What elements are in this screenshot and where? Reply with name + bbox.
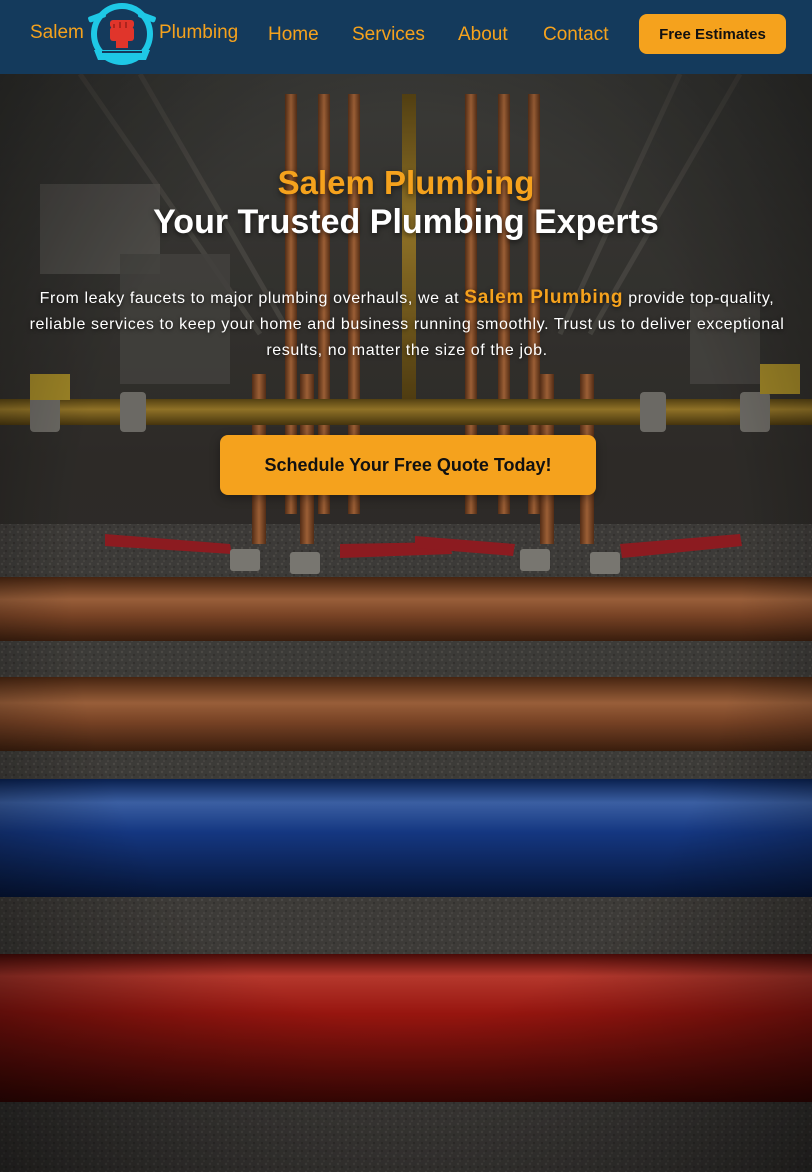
nav-link-services[interactable]: Services xyxy=(352,24,425,46)
free-estimates-button[interactable]: Free Estimates xyxy=(639,14,786,54)
schedule-quote-button[interactable]: Schedule Your Free Quote Today! xyxy=(220,435,596,495)
hero-title: Salem Plumbing xyxy=(277,164,535,201)
brand-name-right[interactable]: Plumbing xyxy=(159,22,238,44)
hero-body-start: From leaky faucets to major plumbing ove… xyxy=(39,290,465,307)
hero-body-brand: Salem Plumbing xyxy=(464,287,624,308)
nav-link-about[interactable]: About xyxy=(458,24,508,46)
nav-link-contact[interactable]: Contact xyxy=(543,24,608,46)
nav-link-home[interactable]: Home xyxy=(268,24,319,46)
hero-description: From leaky faucets to major plumbing ove… xyxy=(28,285,786,364)
top-nav: Salem Plumbing Home Services About Conta… xyxy=(0,0,812,74)
hero-section: Salem Plumbing Your Trusted Plumbing Exp… xyxy=(0,74,812,1172)
hero-subtitle: Your Trusted Plumbing Experts xyxy=(153,203,659,241)
brand-name-left[interactable]: Salem xyxy=(30,22,84,44)
fist-wrench-logo-icon[interactable] xyxy=(86,0,158,70)
